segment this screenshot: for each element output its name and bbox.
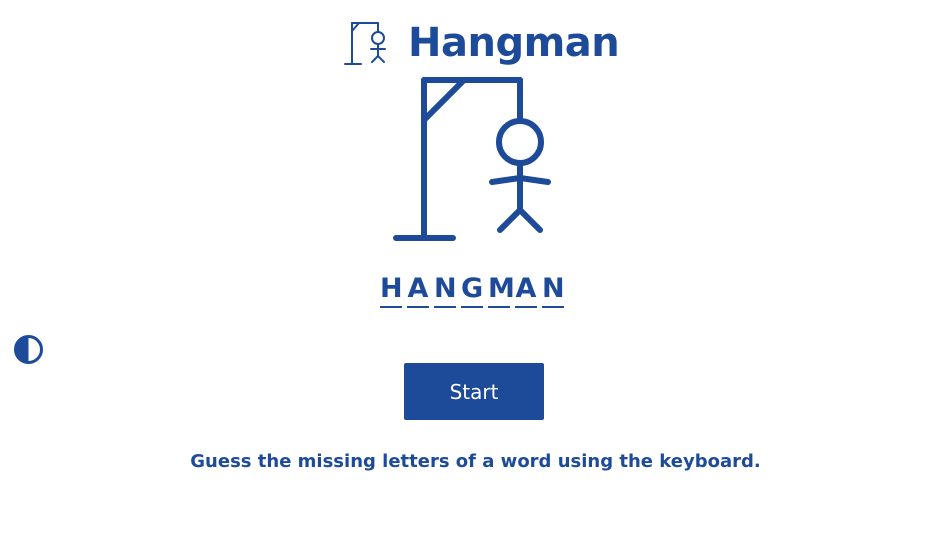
- letter-slot: N: [542, 273, 565, 308]
- letter-slot: G: [461, 274, 483, 308]
- letter-underline: [461, 306, 483, 308]
- letter-underline: [542, 306, 564, 308]
- letter-slot: A: [407, 274, 429, 308]
- figure-head: [496, 118, 544, 166]
- theme-toggle-button[interactable]: [13, 334, 44, 365]
- letter: N: [434, 273, 457, 304]
- figure-right-arm: [517, 175, 551, 185]
- letter-slot: M: [488, 273, 515, 308]
- hangman-logo-icon: [344, 22, 386, 65]
- game-screen: Hangman H A N G M A N Start Guess the mi…: [0, 0, 951, 555]
- figure-left-arm: [489, 175, 523, 185]
- contrast-icon: [14, 335, 43, 364]
- letter: N: [542, 273, 565, 304]
- gallows-brace: [421, 77, 467, 123]
- letter-underline: [515, 306, 537, 308]
- app-title: Hangman: [408, 20, 620, 66]
- letter-slot: A: [515, 274, 537, 308]
- instructions-text: Guess the missing letters of a word usin…: [190, 451, 761, 472]
- letter-slot: H: [380, 273, 403, 308]
- letter: A: [515, 273, 537, 304]
- letter: M: [488, 273, 515, 304]
- header: Hangman: [342, 18, 620, 68]
- gallows-illustration: [393, 77, 551, 241]
- figure-right-leg: [517, 207, 543, 233]
- letter: G: [461, 273, 484, 304]
- letter: H: [380, 273, 403, 304]
- letter: A: [407, 273, 429, 304]
- letter-underline: [434, 306, 456, 308]
- figure-left-leg: [497, 207, 523, 233]
- word-display: H A N G M A N: [380, 273, 565, 308]
- letter-underline: [407, 306, 429, 308]
- letter-slot: N: [434, 273, 457, 308]
- letter-underline: [488, 306, 510, 308]
- start-button[interactable]: Start: [404, 363, 544, 420]
- letter-underline: [380, 306, 402, 308]
